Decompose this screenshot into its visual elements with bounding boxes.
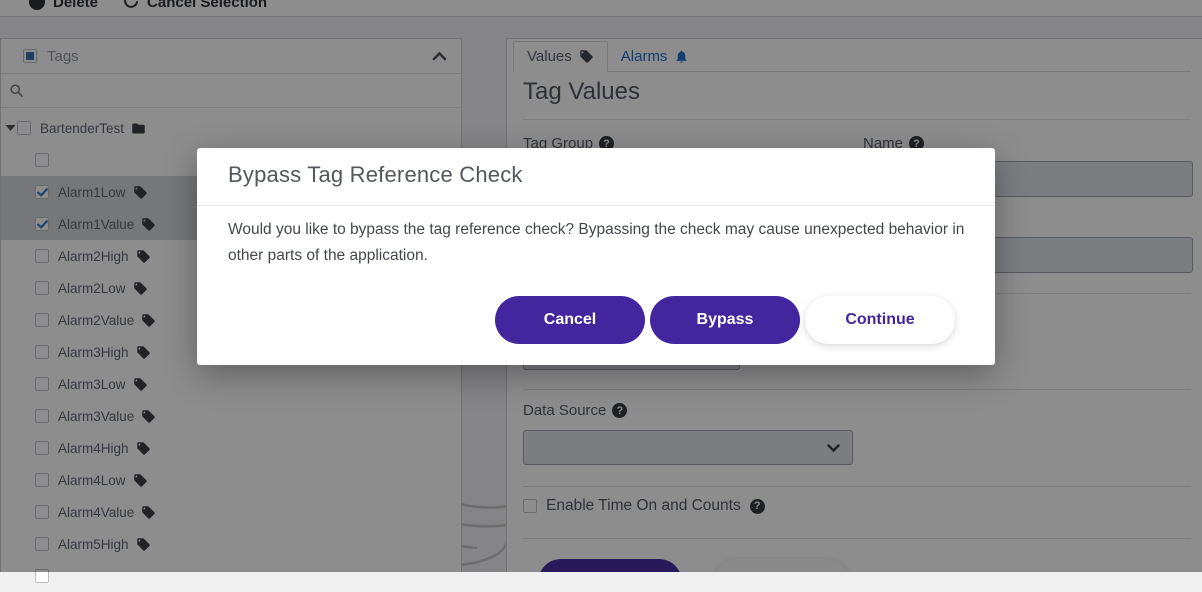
cancel-dialog-button[interactable]: Cancel xyxy=(495,296,645,344)
dialog-message: Would you like to bypass the tag referen… xyxy=(228,221,965,264)
bypass-button[interactable]: Bypass xyxy=(650,296,800,344)
continue-button[interactable]: Continue xyxy=(805,296,955,344)
dialog-actions: Cancel Bypass Continue xyxy=(495,296,955,344)
dialog-title: Bypass Tag Reference Check xyxy=(228,162,523,187)
divider xyxy=(197,205,995,206)
bypass-dialog: Bypass Tag Reference Check Would you lik… xyxy=(197,148,995,365)
